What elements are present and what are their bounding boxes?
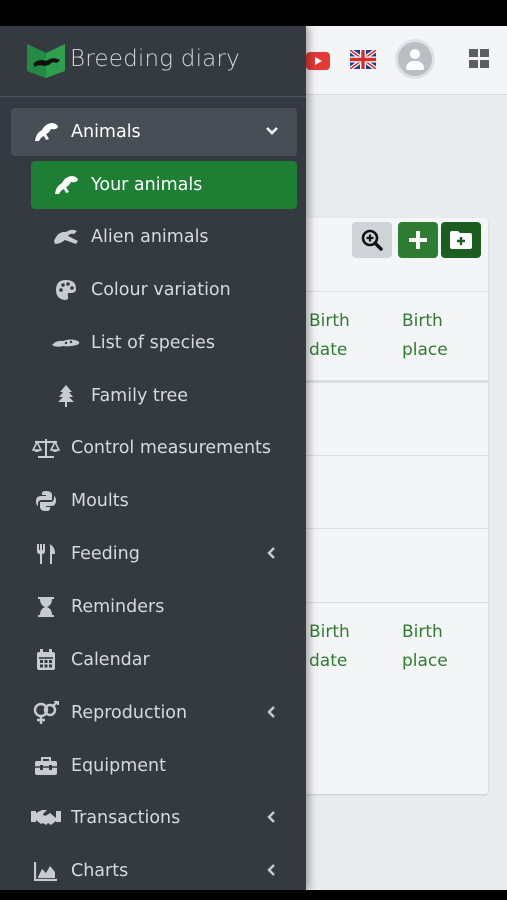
header-birth-date[interactable]: Birth date <box>309 307 389 365</box>
user-avatar[interactable] <box>398 42 432 76</box>
palette-icon <box>56 280 76 300</box>
sidebar: Breeding diary Animals Your animals Alie… <box>0 26 306 890</box>
brand[interactable]: Breeding diary <box>0 26 306 97</box>
sidebar-item-equipment[interactable]: Equipment <box>11 742 297 790</box>
sidebar-item-label: Control measurements <box>71 438 272 458</box>
lizard-icon <box>55 176 78 194</box>
toolbox-icon <box>35 757 57 775</box>
sidebar-item-label: Calendar <box>71 650 150 670</box>
divider <box>290 291 488 292</box>
gecko-icon <box>52 339 80 347</box>
venus-mars-icon <box>33 701 59 724</box>
sidebar-item-label: Colour variation <box>91 280 231 300</box>
handshake-icon <box>31 810 61 825</box>
sidebar-item-label: Charts <box>71 861 129 881</box>
add-animal-button[interactable] <box>398 222 438 258</box>
divider <box>290 380 488 383</box>
sidebar-item-label: Alien animals <box>91 227 209 247</box>
brand-title: Breeding diary <box>70 46 240 72</box>
search-button[interactable] <box>352 222 392 258</box>
uk-flag-icon[interactable] <box>350 50 376 69</box>
sidebar-item-feeding[interactable]: Feeding <box>11 530 297 578</box>
calendar-icon <box>37 649 55 670</box>
hourglass-icon <box>38 597 54 617</box>
tree-icon <box>58 385 74 407</box>
sidebar-item-label: Reproduction <box>71 703 188 723</box>
divider <box>290 455 488 456</box>
status-bar <box>0 0 507 26</box>
chart-area-icon <box>34 862 57 881</box>
sidebar-item-reproduction[interactable]: Reproduction <box>11 689 297 737</box>
sidebar-item-label: Animals <box>71 122 141 142</box>
sidebar-item-label: Reminders <box>71 597 165 617</box>
youtube-icon[interactable] <box>306 52 330 70</box>
apps-grid-icon[interactable] <box>469 49 491 69</box>
lizard-icon <box>35 123 58 141</box>
sidebar-item-label: List of species <box>91 333 215 353</box>
sidebar-item-label: Feeding <box>71 544 140 564</box>
sidebar-item-your-animals[interactable]: Your animals <box>31 161 297 209</box>
sidebar-item-label: Transactions <box>71 808 181 828</box>
add-folder-button[interactable] <box>441 222 481 258</box>
navigation-bar <box>0 890 507 900</box>
sidebar-item-transactions[interactable]: Transactions <box>11 794 297 842</box>
sidebar-item-label: Family tree <box>91 386 189 406</box>
sidebar-item-label: Equipment <box>71 756 166 776</box>
chevron-left-icon <box>267 811 275 823</box>
header-birth-place[interactable]: Birth place <box>402 307 482 365</box>
utensils-icon <box>37 544 55 564</box>
sidebar-item-alien-animals[interactable]: Alien animals <box>31 213 297 261</box>
sidebar-item-family-tree[interactable]: Family tree <box>31 372 297 420</box>
chevron-left-icon <box>267 547 275 559</box>
plus-icon <box>409 231 427 249</box>
chevron-left-icon <box>267 706 275 718</box>
divider <box>290 528 488 529</box>
sidebar-item-moults[interactable]: Moults <box>11 477 297 525</box>
alien-lizard-icon <box>54 229 78 244</box>
python-icon <box>36 491 56 511</box>
folder-plus-icon <box>450 231 472 249</box>
footer-birth-place[interactable]: Birth place <box>402 618 482 676</box>
sidebar-item-charts[interactable]: Charts <box>11 847 297 895</box>
footer-birth-date[interactable]: Birth date <box>309 618 389 676</box>
chevron-down-icon <box>266 127 278 135</box>
brand-logo-icon <box>27 44 65 78</box>
balance-scale-icon <box>32 439 60 458</box>
sidebar-item-list-of-species[interactable]: List of species <box>31 319 297 367</box>
sidebar-item-reminders[interactable]: Reminders <box>11 583 297 631</box>
sidebar-item-label: Your animals <box>91 175 203 195</box>
chevron-left-icon <box>267 864 275 876</box>
sidebar-item-colour-variation[interactable]: Colour variation <box>31 266 297 314</box>
sidebar-item-control-measurements[interactable]: Control measurements <box>11 424 297 472</box>
sidebar-item-animals[interactable]: Animals <box>11 108 297 156</box>
divider <box>290 602 488 603</box>
zoom-in-icon <box>361 229 383 251</box>
sidebar-item-calendar[interactable]: Calendar <box>11 636 297 684</box>
animals-table-card <box>290 218 488 794</box>
sidebar-item-label: Moults <box>71 491 129 511</box>
